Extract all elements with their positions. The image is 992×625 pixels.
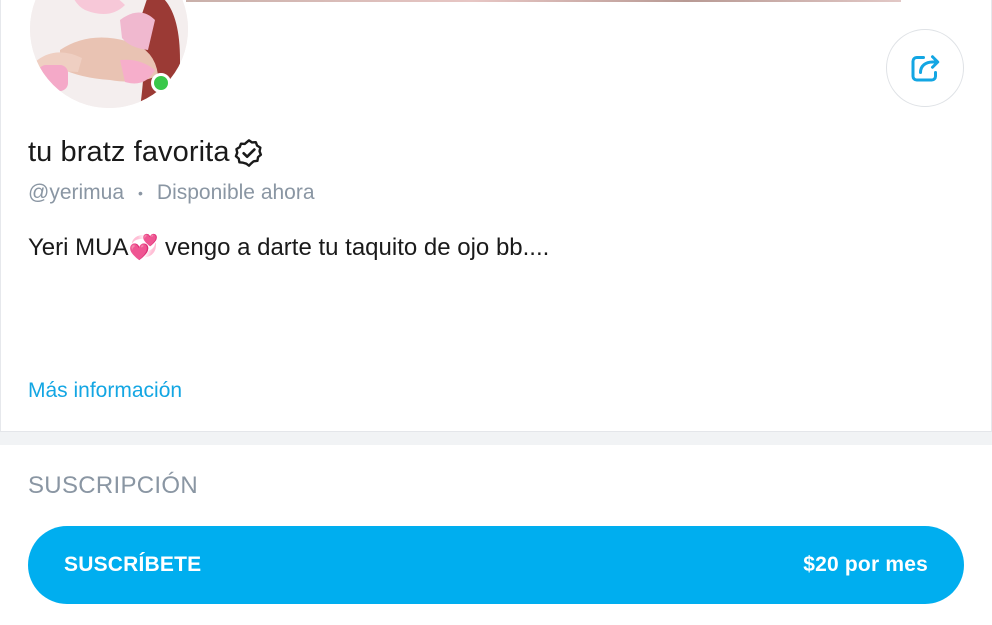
verified-badge-icon: [233, 137, 265, 169]
share-icon: [911, 55, 940, 82]
availability-status: Disponible ahora: [156, 181, 315, 204]
card-border-left: [0, 0, 1, 432]
subscribe-button[interactable]: SUSCRÍBETE $20 por mes: [28, 526, 964, 604]
display-name: tu bratz favorita: [28, 136, 230, 168]
avatar[interactable]: [28, 0, 190, 110]
name-row: tu bratz favorita: [28, 136, 265, 169]
online-status-indicator: [151, 73, 171, 93]
more-info-link[interactable]: Más información: [28, 379, 182, 403]
profile-bio: Yeri MUA💞 vengo a darte tu taquito de oj…: [28, 234, 550, 261]
subscription-section-title: SUSCRIPCIÓN: [28, 472, 198, 499]
profile-meta: @yerimua • Disponible ahora: [28, 181, 315, 205]
subscription-price: $20 por mes: [803, 553, 928, 576]
share-button[interactable]: [886, 29, 964, 107]
username-handle: @yerimua: [28, 181, 125, 204]
subscribe-button-label: SUSCRÍBETE: [64, 553, 202, 576]
separator-dot: •: [138, 185, 143, 201]
cover-image: [186, 0, 901, 2]
section-divider: [0, 431, 992, 445]
